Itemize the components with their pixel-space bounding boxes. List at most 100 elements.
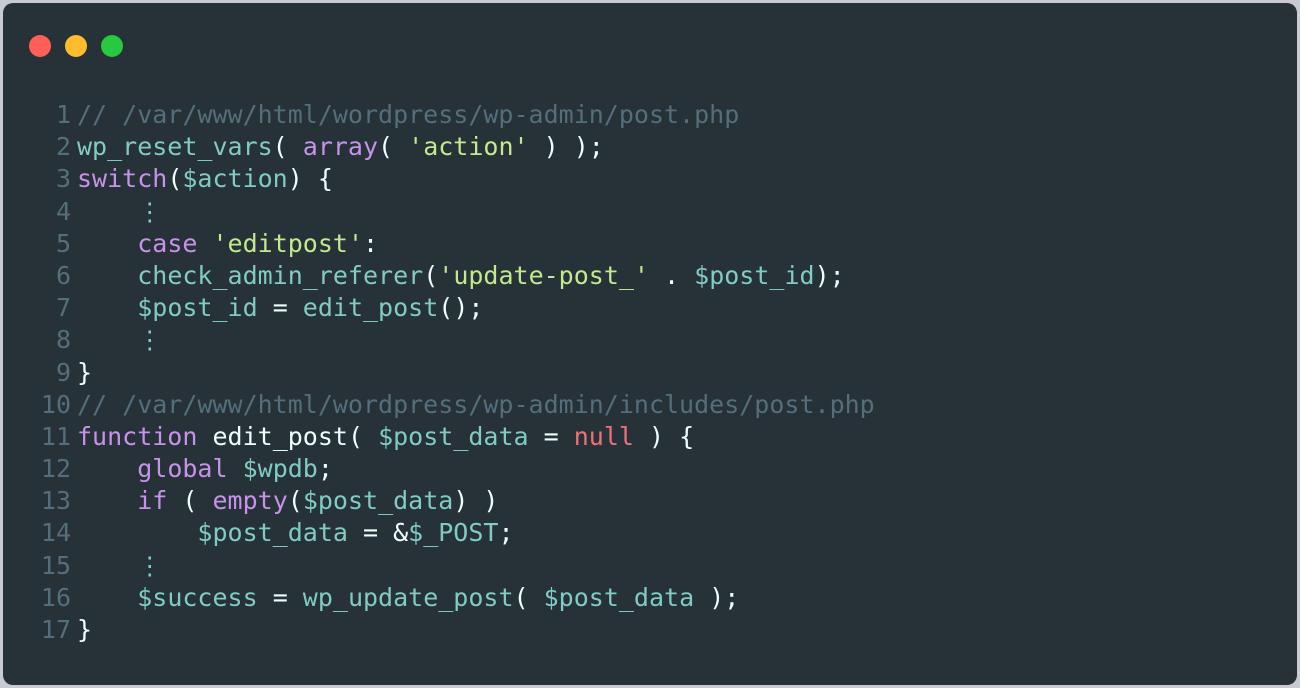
code-token: ( xyxy=(272,132,303,162)
line-number: 3 xyxy=(55,164,71,194)
line-number: 8 xyxy=(55,325,71,355)
code-line: 5 case 'editpost': xyxy=(3,228,875,260)
code-token: $post_data xyxy=(302,486,454,516)
code-text: switch($action) { xyxy=(77,163,333,195)
code-token: ( xyxy=(167,486,213,516)
code-token: : xyxy=(363,228,379,258)
code-text: } xyxy=(77,614,92,646)
code-token: wp_reset_vars xyxy=(77,132,273,162)
code-text: ⋮ xyxy=(77,196,162,228)
code-line: 15 ⋮ xyxy=(3,550,875,582)
code-line: 6 check_admin_referer('update-post_' . $… xyxy=(3,260,875,292)
code-line: 9} xyxy=(3,357,875,389)
line-number: 13 xyxy=(40,486,71,516)
code-token: ) { xyxy=(633,421,695,451)
line-number: 11 xyxy=(40,421,71,451)
code-token: null xyxy=(573,421,634,451)
code-text: } xyxy=(77,357,92,389)
code-text: // /var/www/html/wordpress/wp-admin/post… xyxy=(77,99,739,131)
code-token: case xyxy=(137,228,198,258)
code-text: wp_reset_vars( array( 'action' ) ); xyxy=(77,131,604,163)
ellipsis-icon: ⋮ xyxy=(137,550,163,580)
code-token: check_admin_referer xyxy=(137,260,424,290)
line-number: 10 xyxy=(40,389,71,419)
line-number: 6 xyxy=(55,260,71,290)
window-controls xyxy=(29,35,123,57)
code-text: // /var/www/html/wordpress/wp-admin/incl… xyxy=(77,389,875,421)
code-token: (); xyxy=(438,293,484,323)
code-token: ( xyxy=(347,421,379,451)
code-token: ( xyxy=(423,260,439,290)
code-text: $post_data = &$_POST; xyxy=(77,517,513,549)
code-token: ) ); xyxy=(528,132,604,162)
code-window: 1// /var/www/html/wordpress/wp-admin/pos… xyxy=(3,3,1297,685)
line-number: 1 xyxy=(55,100,71,129)
code-token: ( xyxy=(378,132,409,162)
code-line: 3 switch($action) { xyxy=(3,163,875,195)
code-token: = xyxy=(257,582,303,612)
code-token: = & xyxy=(347,518,409,548)
code-token: } xyxy=(77,357,93,387)
code-token: // /var/www/html/wordpress/wp-admin/incl… xyxy=(77,389,875,419)
code-token: $_POST xyxy=(408,518,499,548)
code-token: } xyxy=(77,615,93,644)
code-token: wp_update_post xyxy=(302,582,514,612)
code-token: $post_id xyxy=(694,260,815,290)
minimize-button[interactable] xyxy=(65,35,87,57)
code-line: 10// /var/www/html/wordpress/wp-admin/in… xyxy=(3,389,875,421)
code-token: // /var/www/html/wordpress/wp-admin/post… xyxy=(77,100,740,129)
code-line: 1// /var/www/html/wordpress/wp-admin/pos… xyxy=(3,99,875,131)
code-line: 13 if ( empty($post_data) ) xyxy=(3,485,875,517)
code-text: global $wpdb; xyxy=(77,453,333,485)
code-token: empty xyxy=(212,486,288,516)
code-text: function edit_post( $post_data = null ) … xyxy=(77,421,694,453)
code-token: array xyxy=(302,132,379,162)
code-text: ⋮ xyxy=(77,550,162,582)
code-line: 2 wp_reset_vars( array( 'action' ) ); xyxy=(3,131,875,163)
code-token: 'editpost' xyxy=(212,228,364,258)
code-token: ; xyxy=(317,454,333,484)
code-token: $post_data xyxy=(197,518,348,548)
code-token: ( xyxy=(167,164,183,194)
code-line: 17} xyxy=(3,614,875,646)
code-line: 16 $success = wp_update_post( $post_data… xyxy=(3,582,875,614)
ellipsis-icon: ⋮ xyxy=(137,325,163,355)
code-token: 'update-post_' xyxy=(438,260,649,290)
code-text: case 'editpost': xyxy=(77,228,378,260)
code-token: ); xyxy=(814,260,845,290)
code-token: . xyxy=(648,260,695,290)
code-token: switch xyxy=(77,164,168,194)
code-token: = xyxy=(257,293,303,323)
code-token: $post_id xyxy=(137,293,258,323)
code-line: 8 ⋮ xyxy=(3,324,875,356)
ellipsis-icon: ⋮ xyxy=(137,196,163,226)
code-token: edit_post xyxy=(302,293,439,323)
code-line: 12 global $wpdb; xyxy=(3,453,875,485)
line-number: 5 xyxy=(55,228,71,258)
code-token: ( xyxy=(513,582,544,612)
line-number: 16 xyxy=(40,582,71,612)
line-number: 12 xyxy=(40,454,71,484)
code-token: $post_data xyxy=(378,421,529,451)
line-number: 9 xyxy=(55,357,71,387)
code-token: global xyxy=(137,454,228,484)
code-text: ⋮ xyxy=(77,324,162,356)
code-token: $success xyxy=(137,582,258,612)
close-button[interactable] xyxy=(29,35,51,57)
code-line: 7 $post_id = edit_post(); xyxy=(3,292,875,324)
code-token: ) { xyxy=(287,164,333,194)
maximize-button[interactable] xyxy=(101,35,123,57)
line-number: 15 xyxy=(40,550,71,580)
code-token: ); xyxy=(694,582,740,612)
